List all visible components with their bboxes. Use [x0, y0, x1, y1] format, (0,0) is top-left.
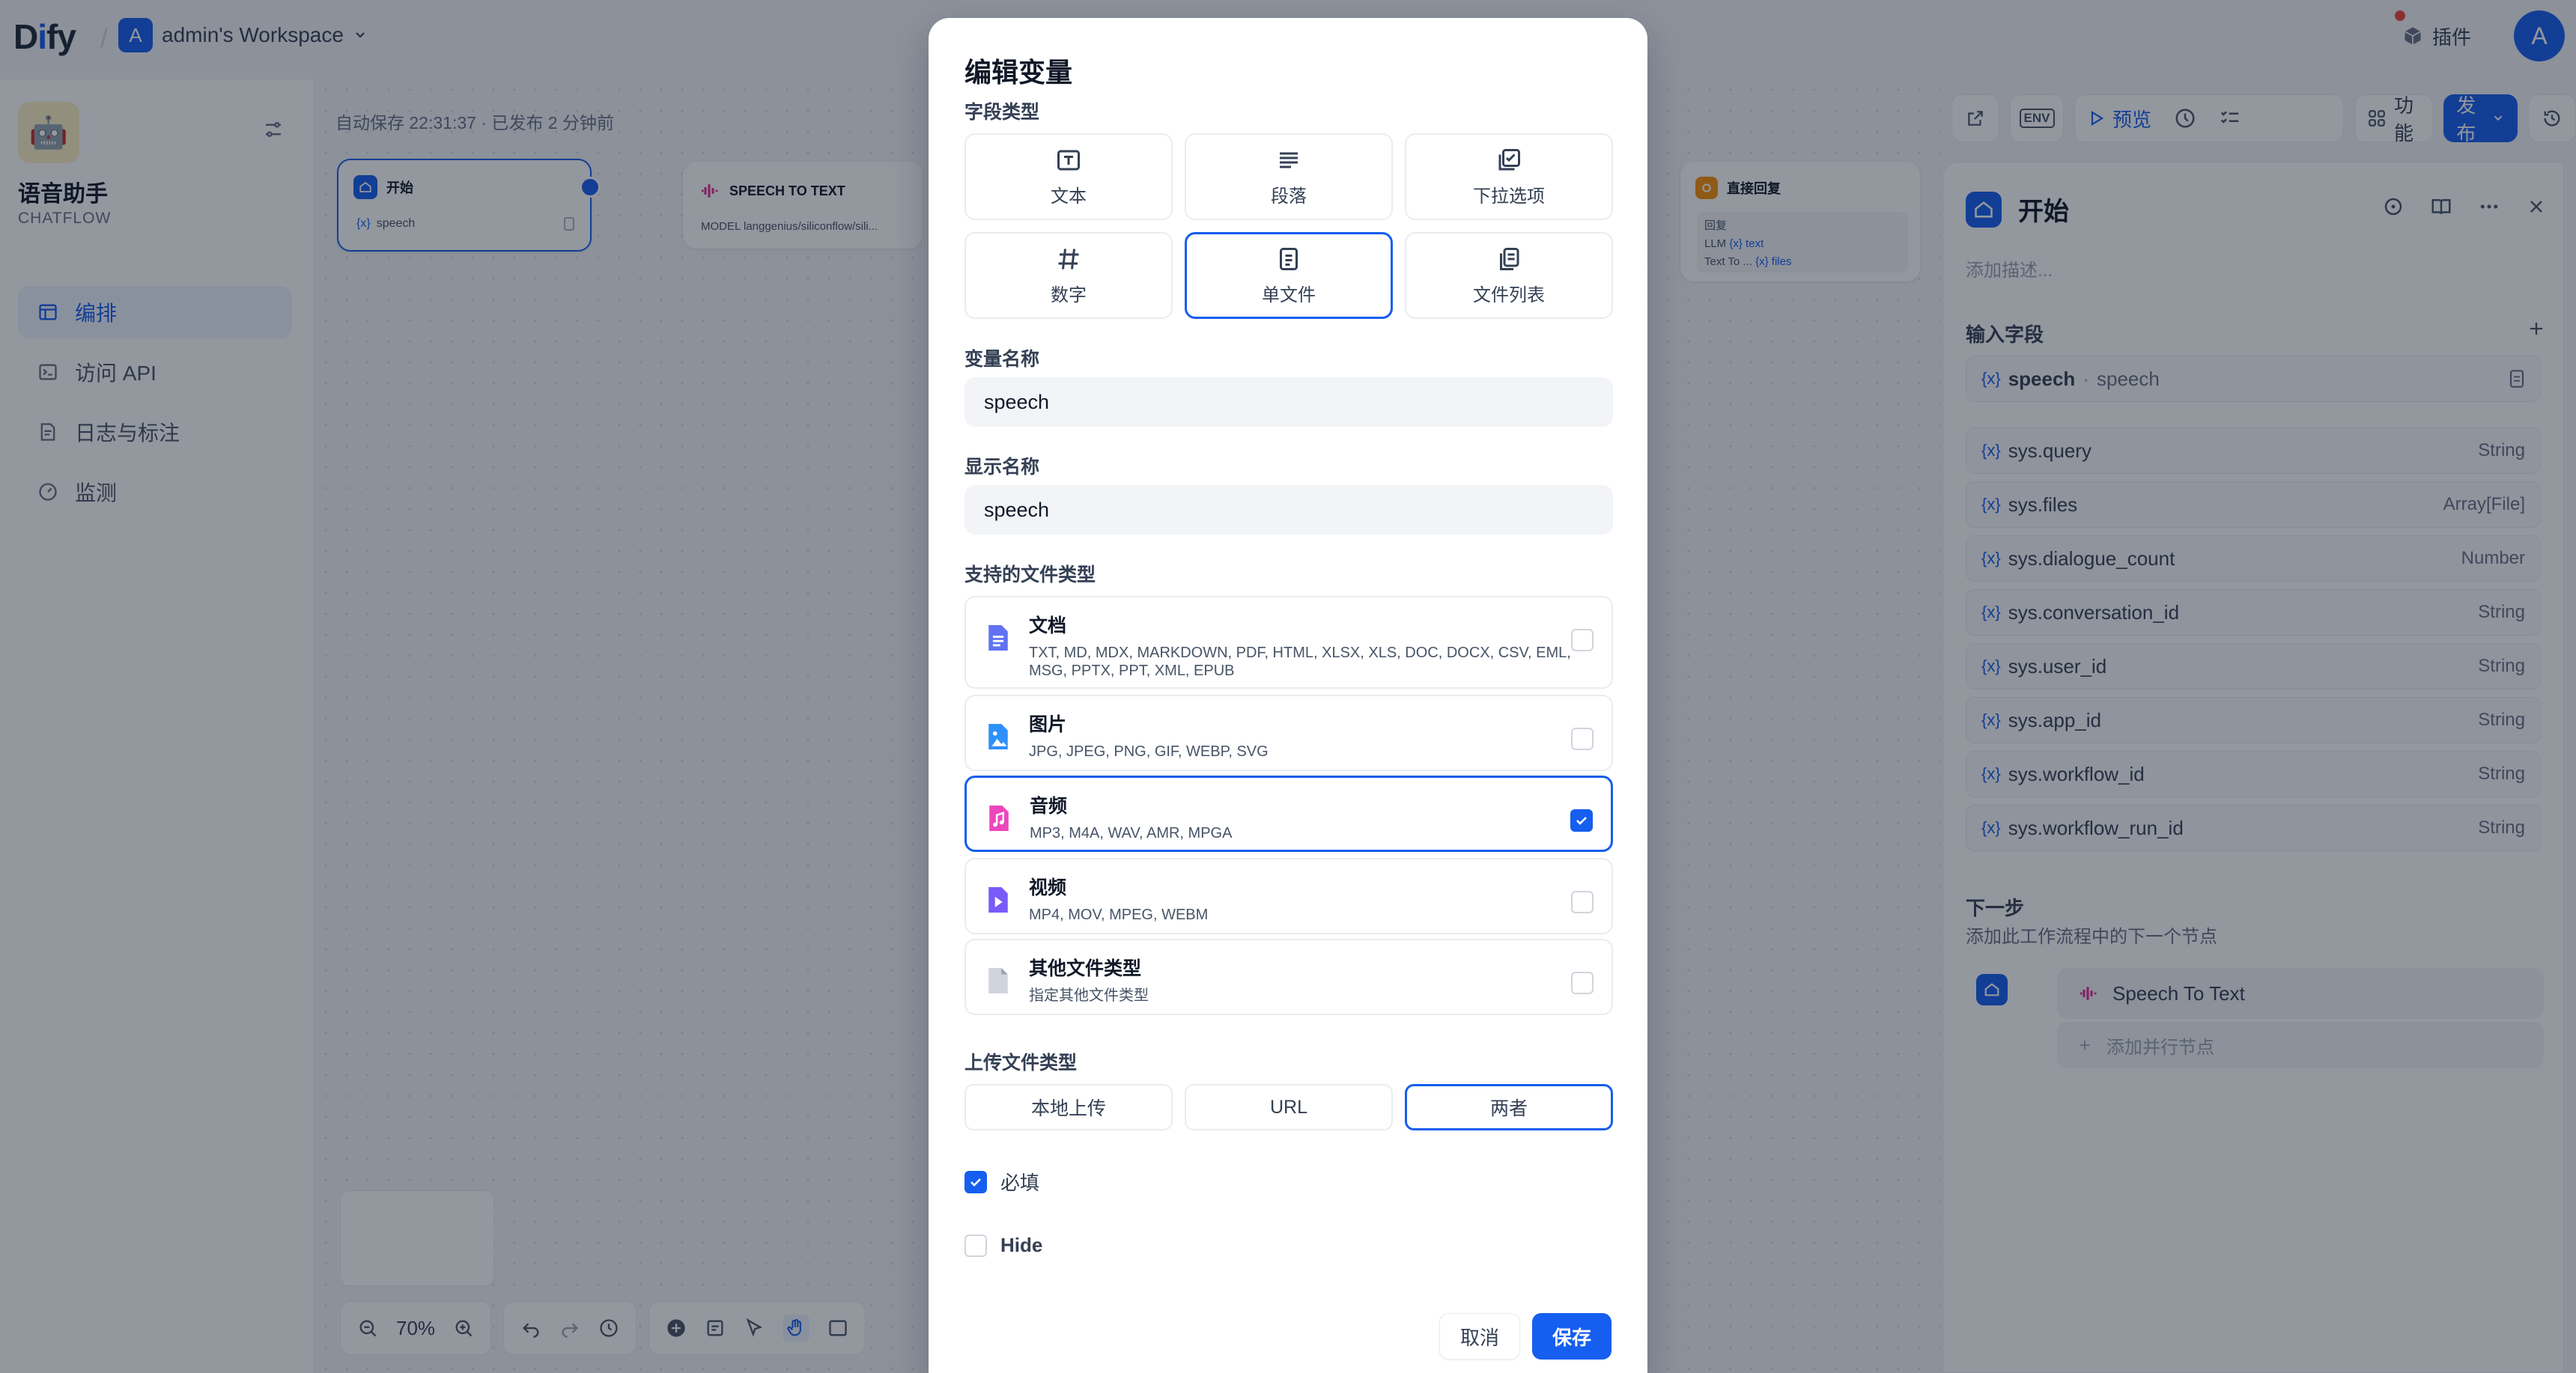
image-checkbox[interactable] — [1571, 728, 1594, 750]
file-type-extensions: MP3, M4A, WAV, AMR, MPGA — [1030, 825, 1233, 841]
cancel-button[interactable]: 取消 — [1439, 1313, 1520, 1360]
field-type-label: 单文件 — [1262, 284, 1316, 305]
video-icon — [985, 885, 1011, 913]
display-name-label: 显示名称 — [965, 457, 1040, 478]
required-option[interactable]: 必填 — [965, 1168, 1039, 1196]
upload-url-button[interactable]: URL — [1185, 1084, 1393, 1130]
check-icon — [1574, 813, 1589, 828]
save-button[interactable]: 保存 — [1532, 1313, 1611, 1360]
field-type-grid: 文本 段落 下拉选项 数字 单文件 文件列表 — [965, 133, 1613, 319]
check-icon — [968, 1175, 983, 1190]
file-type-name: 文档 — [1029, 615, 1067, 636]
variable-name-label: 变量名称 — [965, 349, 1040, 370]
field-type-select[interactable]: 下拉选项 — [1405, 133, 1613, 220]
upload-method-group: 本地上传 URL 两者 — [965, 1084, 1613, 1130]
file-type-extensions: TXT, MD, MDX, MARKDOWN, PDF, HTML, XLSX,… — [1029, 645, 1571, 679]
field-type-text[interactable]: 文本 — [965, 133, 1173, 220]
file-type-image[interactable]: 图片 JPG, JPEG, PNG, GIF, WEBP, SVG — [965, 695, 1613, 771]
field-type-label: 文件列表 — [1473, 284, 1545, 305]
hide-checkbox[interactable] — [965, 1234, 987, 1257]
required-checkbox[interactable] — [965, 1170, 987, 1193]
dialog-title: 编辑变量 — [965, 57, 1073, 88]
edit-variable-dialog: 编辑变量 字段类型 文本 段落 下拉选项 数字 单文件 文件列表 变量名称 sp… — [929, 18, 1647, 1373]
file-type-extensions: 指定其他文件类型 — [1029, 987, 1149, 1004]
image-icon — [985, 722, 1011, 749]
field-type-paragraph[interactable]: 段落 — [1185, 133, 1393, 220]
audio-checkbox[interactable] — [1570, 809, 1593, 832]
video-checkbox[interactable] — [1571, 891, 1594, 913]
field-type-number[interactable]: 数字 — [965, 232, 1173, 319]
other-file-icon — [985, 966, 1011, 993]
file-type-other[interactable]: 其他文件类型 指定其他文件类型 — [965, 939, 1613, 1015]
file-type-extensions: MP4, MOV, MPEG, WEBM — [1029, 907, 1209, 923]
select-icon — [1495, 147, 1522, 174]
file-type-name: 其他文件类型 — [1029, 958, 1142, 979]
field-type-label: 字段类型 — [965, 102, 1040, 123]
paragraph-icon — [1275, 147, 1302, 174]
field-type-file-list[interactable]: 文件列表 — [1405, 232, 1613, 319]
upload-method-label: 上传文件类型 — [965, 1053, 1078, 1074]
file-type-extensions: JPG, JPEG, PNG, GIF, WEBP, SVG — [1029, 743, 1269, 760]
upload-local-button[interactable]: 本地上传 — [965, 1084, 1173, 1130]
field-type-single-file[interactable]: 单文件 — [1185, 232, 1393, 319]
upload-both-button[interactable]: 两者 — [1405, 1084, 1613, 1130]
file-type-name: 音频 — [1030, 796, 1068, 817]
hide-label: Hide — [1000, 1234, 1043, 1256]
field-type-label: 下拉选项 — [1473, 186, 1545, 207]
number-icon — [1055, 246, 1082, 273]
file-type-document[interactable]: 文档 TXT, MD, MDX, MARKDOWN, PDF, HTML, XL… — [965, 596, 1613, 689]
field-type-label: 文本 — [1051, 186, 1087, 207]
display-name-input[interactable]: speech — [965, 485, 1613, 535]
text-input-icon — [1055, 147, 1082, 174]
file-type-audio[interactable]: 音频 MP3, M4A, WAV, AMR, MPGA — [965, 776, 1613, 852]
file-type-name: 视频 — [1029, 877, 1067, 898]
variable-name-input[interactable]: speech — [965, 377, 1613, 427]
file-type-video[interactable]: 视频 MP4, MOV, MPEG, WEBM — [965, 858, 1613, 934]
document-checkbox[interactable] — [1571, 629, 1594, 651]
file-type-name: 图片 — [1029, 714, 1067, 735]
other-checkbox[interactable] — [1571, 972, 1594, 994]
field-type-label: 段落 — [1271, 186, 1307, 207]
file-icon — [1275, 246, 1302, 273]
file-list-icon — [1495, 246, 1522, 273]
required-label: 必填 — [1000, 1172, 1040, 1194]
document-icon — [985, 623, 1011, 651]
audio-icon — [986, 803, 1012, 831]
hide-option[interactable]: Hide — [965, 1234, 1042, 1257]
field-type-label: 数字 — [1051, 284, 1087, 305]
supported-file-types-label: 支持的文件类型 — [965, 564, 1096, 585]
